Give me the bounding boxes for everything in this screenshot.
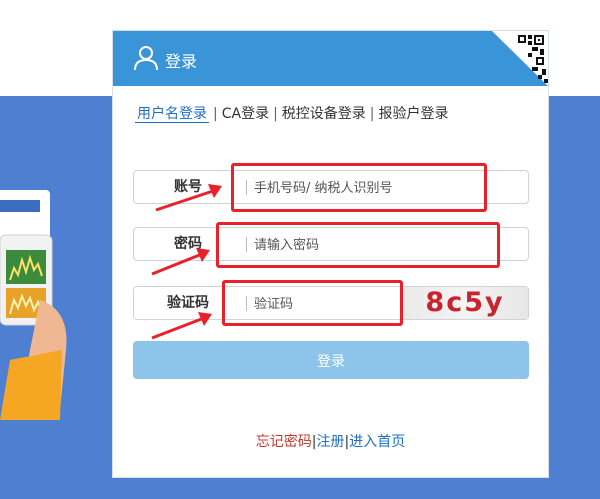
tab-ca-login[interactable]: CA登录: [222, 106, 269, 122]
account-highlight-box: [231, 163, 487, 212]
footer-links: 忘记密码|注册|进入首页: [113, 431, 548, 451]
tab-separator: |: [213, 106, 218, 122]
captcha-image[interactable]: 8c5y: [402, 287, 528, 319]
home-link[interactable]: 进入首页: [349, 434, 405, 450]
password-highlight-box: [216, 222, 500, 268]
qr-code-icon[interactable]: [492, 31, 548, 86]
tab-tax-device-login[interactable]: 税控设备登录: [282, 106, 366, 122]
captcha-highlight-box: [222, 280, 403, 326]
user-icon: [134, 46, 158, 71]
register-link[interactable]: 注册: [317, 434, 345, 450]
tab-inspection-login[interactable]: 报验户登录: [379, 106, 449, 122]
tab-separator: |: [273, 106, 278, 122]
tab-username-login[interactable]: 用户名登录: [135, 106, 209, 123]
phone-illustration: [0, 190, 67, 420]
account-arrow-icon: [155, 184, 222, 212]
tab-separator: |: [369, 106, 375, 122]
card-header: 登录: [113, 31, 548, 86]
password-arrow-icon: [151, 248, 210, 276]
forgot-password-link[interactable]: 忘记密码: [256, 434, 312, 450]
login-tabs: 用户名登录 | CA登录 | 税控设备登录 | 报验户登录: [135, 103, 530, 125]
login-button[interactable]: 登录: [133, 341, 529, 379]
card-title: 登录: [165, 52, 198, 71]
captcha-arrow-icon: [151, 312, 212, 340]
